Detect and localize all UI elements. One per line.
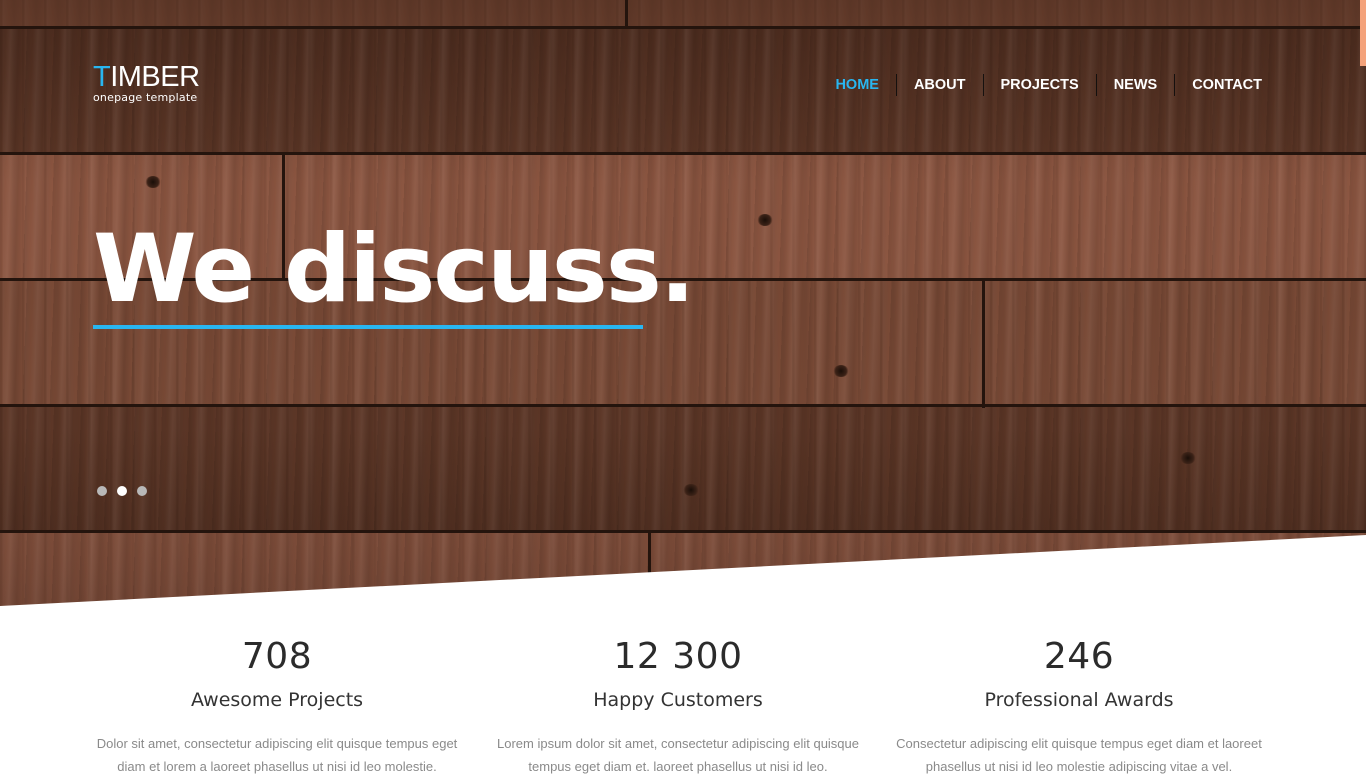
slider-dot-3[interactable] [137,486,147,496]
wood-knot [757,214,773,226]
wood-knot [1180,452,1196,464]
stat-value: 12 300 [613,636,743,677]
stat-awesome-projects: 708 Awesome Projects Dolor sit amet, con… [92,630,462,778]
wood-knot [683,484,699,496]
logo-title: TIMBER [93,62,200,92]
wood-knot [833,365,849,377]
hero-headline: We discuss. [93,215,696,324]
stat-professional-awards: 246 Professional Awards Consectetur adip… [894,630,1264,778]
stat-description: Consectetur adipiscing elit quisque temp… [894,732,1264,778]
stat-description-line: Lorem ipsum dolor sit amet, consectetur … [496,736,859,751]
stat-value: 246 [1043,636,1115,677]
brand-logo[interactable]: TIMBER onepage template [93,62,200,104]
logo-tagline: onepage template [93,91,198,104]
stat-description: Dolor sit amet, consectetur adipiscing e… [92,732,462,778]
stat-label: Awesome Projects [190,689,364,711]
slider-dot-2[interactable] [117,486,127,496]
stat-description-line: tempus eget diam et. laoreet phasellus u… [528,759,828,774]
stat-description-line: Consectetur adipiscing elit quisque temp… [896,736,1262,751]
hero-headline-underline [93,325,643,329]
wood-seam [982,278,985,408]
slider-pagination [97,486,157,496]
wood-plank [0,404,1366,530]
scrollbar-thumb[interactable] [1360,0,1366,66]
stat-description: Lorem ipsum dolor sit amet, consectetur … [493,732,863,778]
stat-description-line: diam et lorem a laoreet phasellus ut nis… [117,759,437,774]
logo-name: IMBER [110,61,200,93]
slider-dot-1[interactable] [97,486,107,496]
stat-label: Professional Awards [984,689,1174,711]
logo-initial: T [93,61,111,93]
nav-item-contact[interactable]: CONTACT [1174,74,1280,96]
stat-value: 708 [241,636,313,677]
wood-knot [145,176,161,188]
stat-description-line: phasellus ut nisi id leo molestie adipis… [925,759,1233,774]
wood-plank [0,530,1366,610]
wood-seam [648,530,651,580]
wood-seam [625,0,628,26]
nav-item-projects[interactable]: PROJECTS [982,74,1096,96]
nav-item-news[interactable]: NEWS [1095,74,1175,96]
nav-item-home[interactable]: HOME [818,74,896,96]
stat-label: Happy Customers [593,689,763,711]
stat-description-line: Dolor sit amet, consectetur adipiscing e… [96,736,458,751]
main-nav: HOME ABOUT PROJECTS NEWS CONTACT [818,74,1280,96]
nav-item-about[interactable]: ABOUT [895,74,983,96]
stat-happy-customers: 12 300 Happy Customers Lorem ipsum dolor… [493,630,863,778]
